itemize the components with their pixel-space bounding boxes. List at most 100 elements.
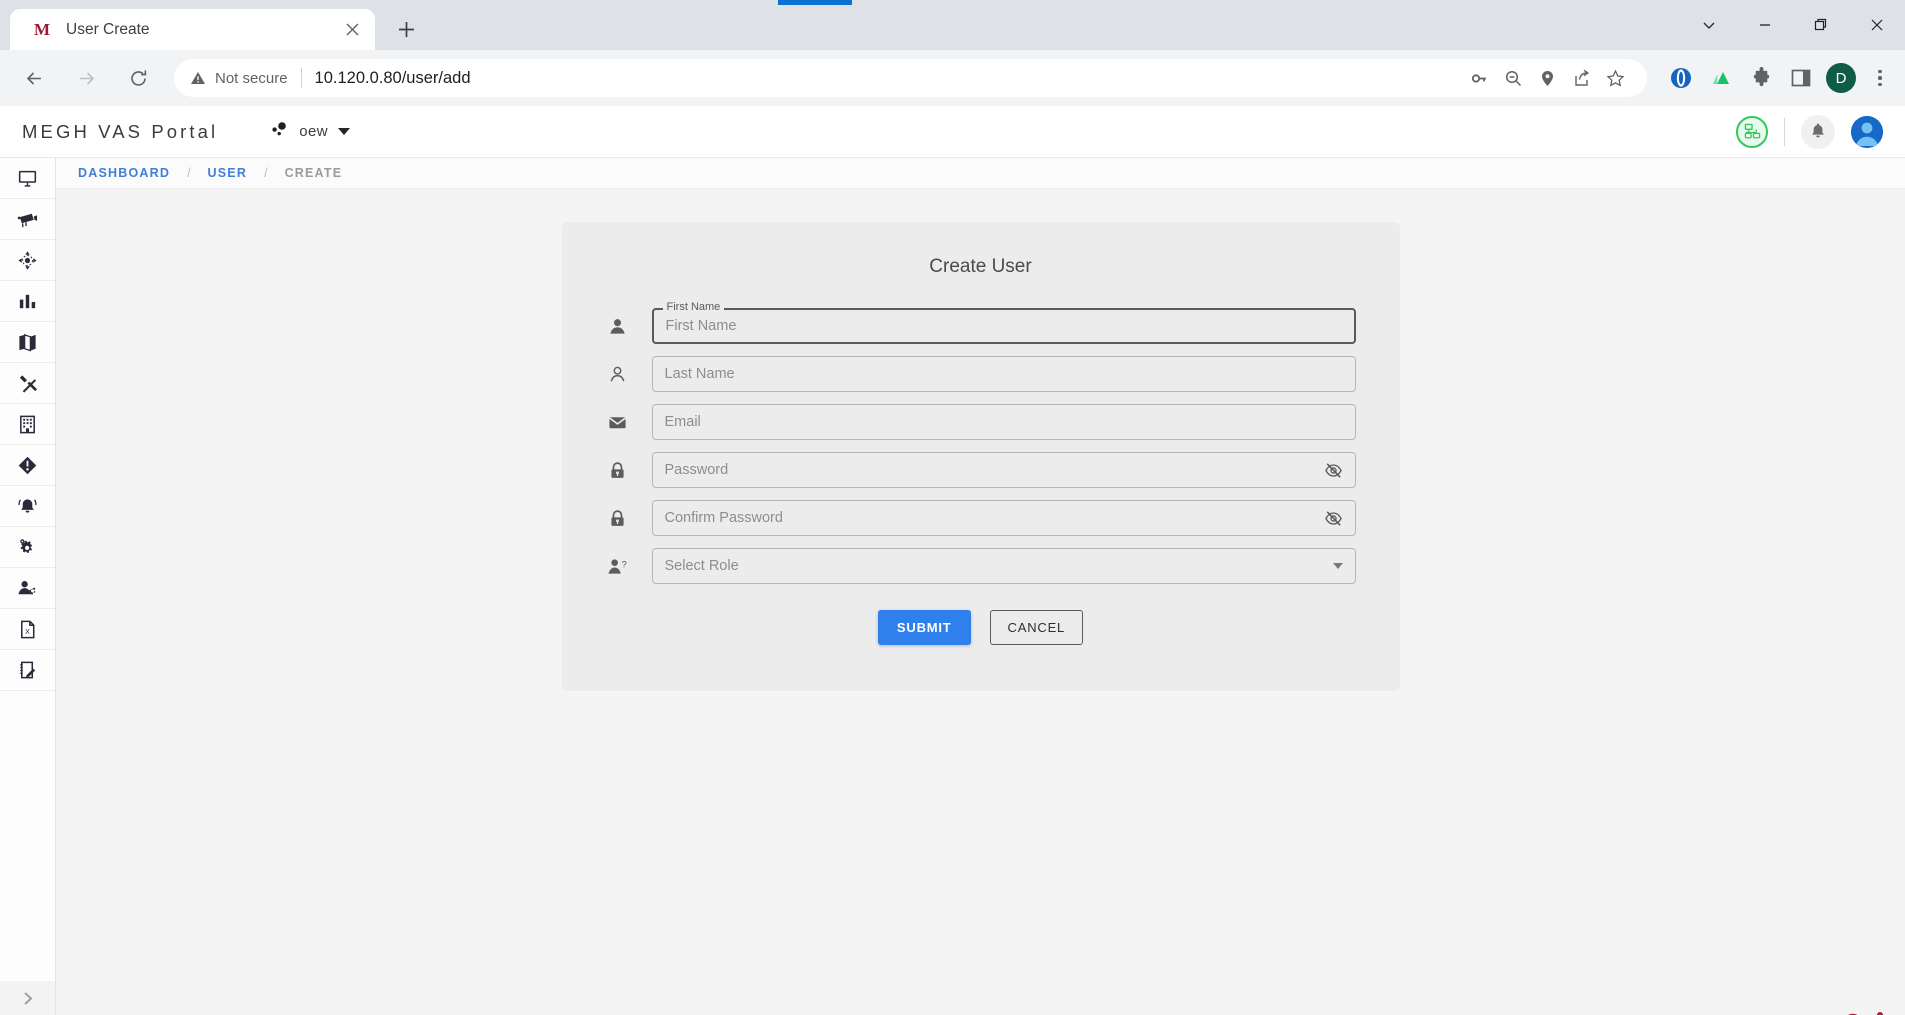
security-status-label: Not secure <box>215 70 288 87</box>
person-outline-icon <box>606 365 630 384</box>
puzzle-extension-icon[interactable] <box>1743 60 1779 96</box>
location-pin-icon[interactable] <box>1531 62 1563 94</box>
select-role-placeholder: Select Role <box>665 558 739 574</box>
network-status-icon[interactable] <box>1736 116 1768 148</box>
window-controls <box>1681 0 1905 50</box>
zoom-out-icon[interactable] <box>1497 62 1529 94</box>
page-content: DASHBOARD / USER / CREATE Create User Fi… <box>56 158 1905 1015</box>
sidebar-item-alerts[interactable] <box>0 445 55 486</box>
side-panel-icon[interactable] <box>1783 60 1819 96</box>
app-header-actions <box>1736 115 1883 149</box>
field-row-select-role: ? Select Role <box>606 548 1356 584</box>
person-filled-icon <box>606 317 630 336</box>
new-tab-button[interactable] <box>389 12 423 46</box>
site-picker-dropdown[interactable]: oew <box>270 121 350 143</box>
profile-initial: D <box>1826 63 1856 93</box>
confirm-password-input[interactable]: Confirm Password <box>652 500 1356 536</box>
chevron-down-icon <box>338 128 350 135</box>
bookmark-star-icon[interactable] <box>1599 62 1631 94</box>
opera-icon[interactable] <box>1663 60 1699 96</box>
maximize-icon[interactable] <box>1793 0 1849 50</box>
breadcrumb: DASHBOARD / USER / CREATE <box>56 158 1905 189</box>
header-divider <box>1784 118 1785 146</box>
create-user-card: Create User First Name First Name <box>562 222 1400 691</box>
breadcrumb-item-dashboard[interactable]: DASHBOARD <box>78 166 170 180</box>
email-icon <box>606 413 630 432</box>
password-toggle-eye-off-icon[interactable] <box>1324 461 1343 480</box>
submit-button[interactable]: SUBMIT <box>878 610 971 645</box>
page-title: Create User <box>562 256 1400 278</box>
breadcrumb-separator: / <box>187 166 190 180</box>
form-actions: SUBMIT CANCEL <box>562 610 1400 645</box>
lock-icon <box>606 509 630 528</box>
dropdown-caret-icon <box>1333 563 1343 569</box>
sidebar-item-logs[interactable] <box>0 650 55 691</box>
breadcrumb-separator: / <box>264 166 267 180</box>
sidebar-item-reports[interactable]: X <box>0 609 55 650</box>
forward-button-icon[interactable] <box>65 57 107 99</box>
sidebar-item-ptz-control[interactable] <box>0 240 55 281</box>
sidebar-item-notifications[interactable] <box>0 486 55 527</box>
tab-favicon-icon: M <box>32 20 52 40</box>
sidebar-item-users[interactable] <box>0 568 55 609</box>
not-secure-warning-icon <box>190 70 206 86</box>
confirm-password-toggle-eye-off-icon[interactable] <box>1324 509 1343 528</box>
field-row-confirm-password: Confirm Password <box>606 500 1356 536</box>
field-row-password: Password <box>606 452 1356 488</box>
share-icon[interactable] <box>1565 62 1597 94</box>
breadcrumb-item-user[interactable]: USER <box>208 166 248 180</box>
user-avatar-icon[interactable] <box>1851 116 1883 148</box>
person-question-icon: ? <box>606 557 630 576</box>
svg-text:X: X <box>25 627 30 635</box>
sidebar-item-settings[interactable] <box>0 527 55 568</box>
field-row-email: Email <box>606 404 1356 440</box>
last-name-input[interactable]: Last Name <box>652 356 1356 392</box>
notifications-bell-icon[interactable] <box>1801 115 1835 149</box>
address-bar[interactable]: Not secure 10.120.0.80/user/add <box>174 59 1647 97</box>
back-button-icon[interactable] <box>13 57 55 99</box>
first-name-placeholder: First Name <box>666 318 737 334</box>
svg-text:?: ? <box>622 559 627 570</box>
lock-icon <box>606 461 630 480</box>
kebab-menu-icon[interactable] <box>1863 61 1897 95</box>
extension-icons: D <box>1657 60 1897 96</box>
key-icon[interactable] <box>1463 62 1495 94</box>
email-placeholder: Email <box>665 414 701 430</box>
window-close-icon[interactable] <box>1849 0 1905 50</box>
email-input[interactable]: Email <box>652 404 1356 440</box>
sidebar-expand-chevron-right-icon[interactable] <box>0 981 55 1015</box>
app-shell: X DASHBOARD / USER / CREATE Create User <box>0 158 1905 1015</box>
sidebar-item-live-view[interactable] <box>0 158 55 199</box>
browser-tab-strip: M User Create <box>0 0 1905 50</box>
browser-tab[interactable]: M User Create <box>10 9 375 50</box>
sidebar-item-tools[interactable] <box>0 363 55 404</box>
browser-toolbar: Not secure 10.120.0.80/user/add <box>0 50 1905 106</box>
cluster-icon <box>270 121 289 143</box>
sidebar-nav: X <box>0 158 56 1015</box>
password-input[interactable]: Password <box>652 452 1356 488</box>
field-row-last-name: Last Name <box>606 356 1356 392</box>
form-canvas: Create User First Name First Name <box>56 189 1905 1015</box>
profile-avatar[interactable]: D <box>1823 60 1859 96</box>
triangles-icon[interactable] <box>1703 60 1739 96</box>
cancel-button[interactable]: CANCEL <box>990 610 1084 645</box>
select-role-dropdown[interactable]: Select Role <box>652 548 1356 584</box>
reload-button-icon[interactable] <box>117 57 159 99</box>
screen-share-indicator <box>778 0 852 5</box>
breadcrumb-item-create: CREATE <box>285 166 343 180</box>
first-name-float-label: First Name <box>663 302 725 313</box>
sidebar-item-cameras[interactable] <box>0 199 55 240</box>
tab-close-icon[interactable] <box>339 17 365 43</box>
app-brand-title: MEGH VAS Portal <box>22 121 218 143</box>
minimize-icon[interactable] <box>1737 0 1793 50</box>
first-name-input[interactable]: First Name First Name <box>652 308 1356 344</box>
sidebar-item-analytics[interactable] <box>0 281 55 322</box>
omnibox-action-icons <box>1463 62 1631 94</box>
tab-search-chevron-down-icon[interactable] <box>1681 0 1737 50</box>
cloud-logo-icon <box>1831 1010 1887 1015</box>
last-name-placeholder: Last Name <box>665 366 735 382</box>
sidebar-item-map[interactable] <box>0 322 55 363</box>
app-header: MEGH VAS Portal oew <box>0 106 1905 158</box>
sidebar-item-sites[interactable] <box>0 404 55 445</box>
tab-title: User Create <box>66 21 339 39</box>
